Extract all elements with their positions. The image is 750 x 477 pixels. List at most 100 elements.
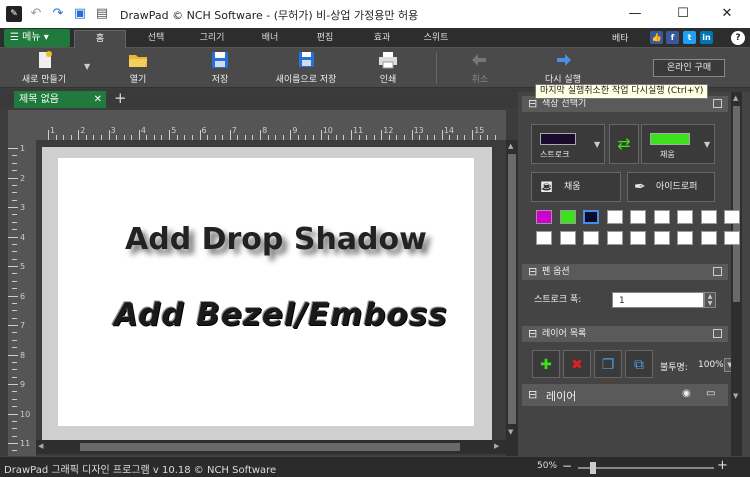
fill-dropdown-icon[interactable]: ▼ [704,131,710,159]
canvas-horizontal-scrollbar[interactable]: ◀ ▶ [36,440,506,454]
color-swatch[interactable] [724,210,740,224]
fill-button[interactable]: ⛾ 채움 [531,172,621,202]
drawing-canvas[interactable] [58,158,474,426]
ruler-tick [8,236,18,238]
buy-online-button[interactable]: 온라인 구매 [653,59,725,77]
quick-redo-icon[interactable]: ↷ [50,6,66,22]
save-button[interactable]: 저장 [202,50,238,85]
zoom-out-icon[interactable]: − [562,459,572,473]
horizontal-scroll-thumb[interactable] [80,443,460,451]
tab-home[interactable]: 홈 [74,30,126,48]
layer-collapse-icon[interactable]: ⊟ [528,388,537,401]
color-swatch[interactable] [677,231,693,245]
linkedin-icon[interactable]: in [700,31,713,44]
color-swatch[interactable] [677,210,693,224]
merge-layers-button[interactable]: ⧉ [625,350,653,378]
color-swatch[interactable] [630,231,646,245]
color-swatch[interactable] [583,210,599,224]
close-tab-icon[interactable]: ✕ [94,91,102,108]
tab-suite[interactable]: 스위트 [414,30,458,48]
fill-color-button[interactable]: 채움 ▼ [641,124,715,164]
color-swatch[interactable] [536,210,552,224]
save-as-button[interactable]: 새이름으로 저장 [264,50,348,85]
delete-layer-button[interactable]: ✖ [563,350,591,378]
color-swatch[interactable] [700,210,717,224]
opacity-value[interactable]: 100% [698,360,724,370]
scroll-left-icon[interactable]: ◀ [38,442,43,450]
undock-icon[interactable] [713,329,722,338]
quick-undo-icon[interactable]: ↶ [28,6,44,22]
color-swatch[interactable] [559,210,576,224]
stroke-color-button[interactable]: 스트로크 ▼ [531,124,605,164]
undo-button[interactable]: 취소 [462,50,498,85]
eyedropper-button[interactable]: ✒ 아이드로퍼 [627,172,715,202]
tab-banner[interactable]: 배너 [250,30,290,48]
color-swatch[interactable] [653,231,670,245]
scroll-right-icon[interactable]: ▶ [494,442,499,450]
app-icon: ✎ [6,6,22,22]
color-swatch[interactable] [606,210,623,224]
zoom-in-icon[interactable]: + [717,458,728,473]
minimize-button[interactable]: — [612,0,658,28]
layer-list-header[interactable]: ⊟ 레이어 목록 [522,326,728,342]
maximize-button[interactable]: ☐ [660,0,706,28]
panel-scroll-down-icon[interactable]: ▼ [733,392,738,400]
new-dropdown-icon[interactable]: ▼ [84,62,90,71]
bezel-emboss-text[interactable]: Add Bezel/Emboss [114,297,448,333]
vertical-scroll-thumb[interactable] [508,154,516,424]
facebook-icon[interactable]: f [666,31,679,44]
print-button[interactable]: 인쇄 [370,50,406,85]
stroke-width-spinner[interactable]: ▲ ▼ [704,292,716,308]
document-tab[interactable]: 제목 없음 ✕ [14,91,106,108]
tab-edit[interactable]: 편집 [305,30,345,48]
open-button[interactable]: 열기 [120,50,156,85]
collapse-icon[interactable]: ⊟ [528,326,537,342]
drop-shadow-text[interactable]: Add Drop Shadow [125,222,427,257]
collapse-icon[interactable]: ⊟ [528,264,537,280]
zoom-slider-thumb[interactable] [590,462,596,474]
tab-effects[interactable]: 효과 [362,30,402,48]
quick-save-icon[interactable]: ▣ [72,6,88,22]
color-swatch[interactable] [583,231,599,245]
panel-scrollbar[interactable]: ▲ ▼ [731,92,742,456]
layer-lock-icon[interactable]: ▭ [706,388,715,399]
quick-new-icon[interactable]: ▤ [94,6,110,22]
color-swatch[interactable] [536,231,552,245]
close-button[interactable]: ✕ [704,0,750,28]
duplicate-layer-button[interactable]: ❐ [594,350,622,378]
printer-icon [379,52,397,69]
scroll-up-icon[interactable]: ▲ [508,142,513,150]
tab-draw[interactable]: 그리기 [190,30,234,48]
canvas-vertical-scrollbar[interactable]: ▲ ▼ [506,140,518,456]
ruler-tick [8,266,18,267]
swap-colors-button[interactable]: ⇄ [609,124,639,164]
zoom-slider-track[interactable] [578,467,714,469]
main-menu-button[interactable]: ☰ 메뉴 ▾ [4,29,70,47]
twitter-icon[interactable]: t [683,31,696,44]
tab-select[interactable]: 선택 [136,30,176,48]
undock-icon[interactable] [713,267,722,276]
layer-row[interactable]: ⊟ 레이어 ◉ ▭ [522,384,728,406]
color-swatch[interactable] [630,210,646,224]
new-button[interactable]: 새로 만들기 [14,50,74,85]
ruler-tick [138,130,140,140]
scroll-down-icon[interactable]: ▼ [508,428,513,436]
panel-scroll-up-icon[interactable]: ▲ [733,94,738,102]
color-swatch[interactable] [653,210,670,224]
stroke-width-input[interactable]: 1 [612,292,704,308]
ruler-tick [320,130,322,140]
color-swatch[interactable] [606,231,623,245]
panel-scroll-thumb[interactable] [733,106,740,302]
color-swatch[interactable] [559,231,576,245]
add-tab-icon[interactable]: + [114,89,127,108]
add-layer-button[interactable]: ✚ [532,350,560,378]
redo-button[interactable]: 다시 실행 [538,50,588,85]
color-swatch[interactable] [700,231,717,245]
help-icon[interactable]: ? [731,31,745,45]
stroke-dropdown-icon[interactable]: ▼ [594,131,600,159]
undock-icon[interactable] [713,99,722,108]
color-swatch[interactable] [724,231,740,245]
pen-options-header[interactable]: ⊟ 펜 옵션 [522,264,728,280]
visibility-eye-icon[interactable]: ◉ [682,388,691,399]
like-icon[interactable]: 👍 [650,31,663,44]
